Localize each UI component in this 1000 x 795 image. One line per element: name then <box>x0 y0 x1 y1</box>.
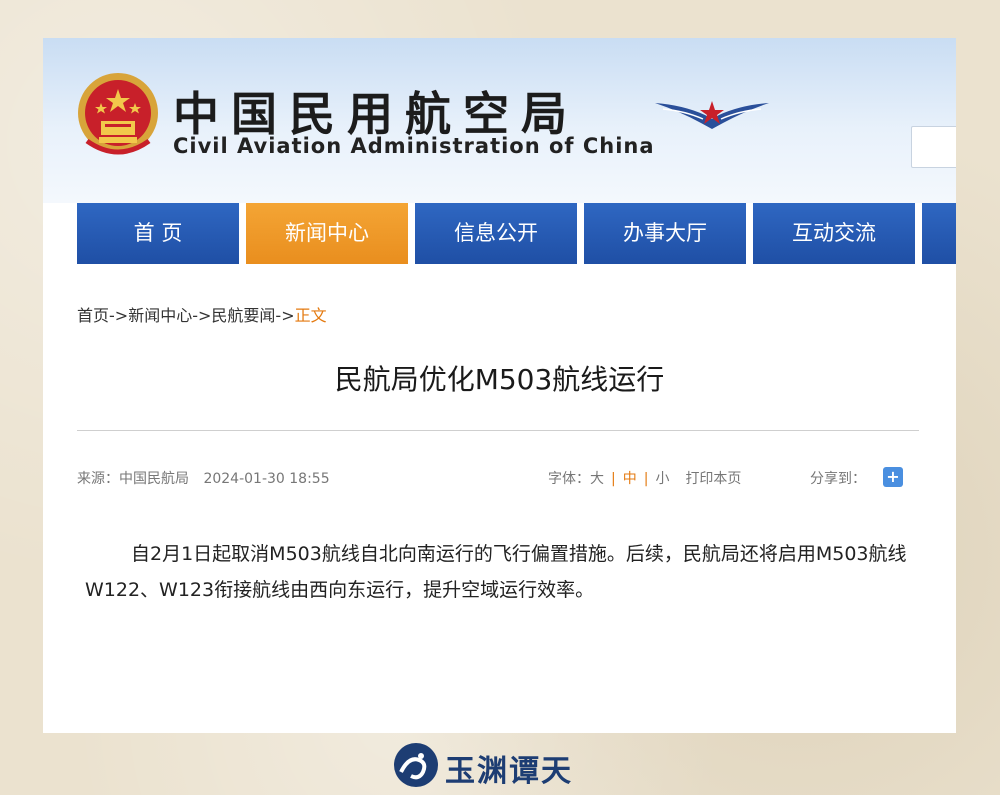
breadcrumb-separator: -> <box>109 306 129 325</box>
font-size-medium[interactable]: 中 <box>623 471 637 487</box>
article-title: 民航局优化M503航线运行 <box>334 363 665 396</box>
font-separator: | <box>643 471 649 487</box>
font-size-small[interactable]: 小 <box>655 471 669 487</box>
font-size-large[interactable]: 大 <box>590 471 604 487</box>
site-header: 中国民用航空局 Civil Aviation Administration of… <box>43 38 956 203</box>
breadcrumb-current: 正文 <box>294 306 327 325</box>
main-nav: 首 页 新闻中心 信息公开 办事大厅 互动交流 <box>77 203 956 264</box>
screenshot-frame: 中国民用航空局 Civil Aviation Administration of… <box>43 38 956 733</box>
publish-date: 2024-01-30 18:55 <box>203 471 330 487</box>
article-body: 自2月1日起取消M503航线自北向南运行的飞行偏置措施。后续，民航局还将启用M5… <box>85 543 907 601</box>
watermark-logo-icon <box>394 743 438 787</box>
nav-item-info-disclosure[interactable]: 信息公开 <box>415 203 577 264</box>
breadcrumb-separator: -> <box>275 306 295 325</box>
breadcrumb-aviation-news[interactable]: 民航要闻 <box>211 306 275 325</box>
national-emblem-icon <box>78 73 158 155</box>
search-input[interactable] <box>911 126 956 168</box>
plus-icon[interactable]: + <box>883 467 903 487</box>
nav-item-more[interactable] <box>922 203 956 264</box>
share-label: 分享到： <box>810 471 866 487</box>
breadcrumb-news-center[interactable]: 新闻中心 <box>128 306 192 325</box>
font-size-controls: 字体：大 | 中 | 小打印本页 <box>548 468 741 488</box>
font-label: 字体： <box>548 471 590 487</box>
breadcrumb: 首页->新闻中心->民航要闻->正文 <box>77 302 327 326</box>
breadcrumb-separator: -> <box>192 306 212 325</box>
nav-item-home[interactable]: 首 页 <box>77 203 239 264</box>
article-meta: 来源：中国民航局 2024-01-30 18:55 <box>77 468 340 488</box>
source-label-text: 来源： <box>77 471 119 487</box>
font-separator: | <box>611 471 616 487</box>
nav-item-service-hall[interactable]: 办事大厅 <box>584 203 746 264</box>
site-title-en: Civil Aviation Administration of China <box>173 134 655 158</box>
print-page-link[interactable]: 打印本页 <box>685 471 741 487</box>
breadcrumb-home[interactable]: 首页 <box>77 306 109 325</box>
watermark-text: 玉渊谭天 <box>445 754 573 789</box>
source-label: 来源：中国民航局 <box>77 471 189 487</box>
caac-wings-logo <box>655 101 769 129</box>
title-divider <box>77 430 919 431</box>
nav-item-news-center[interactable]: 新闻中心 <box>246 203 408 264</box>
source-value: 中国民航局 <box>119 471 189 487</box>
nav-item-interaction[interactable]: 互动交流 <box>753 203 915 264</box>
watermark: 玉渊谭天 <box>393 742 583 789</box>
